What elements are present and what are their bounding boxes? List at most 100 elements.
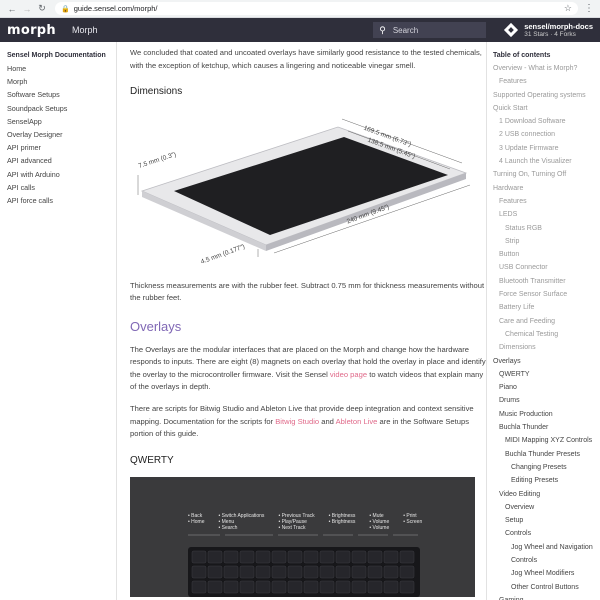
toc-item[interactable]: Turning On, Turning Off: [493, 168, 600, 181]
morph-device-drawing: [137, 118, 471, 257]
toc-item[interactable]: 2 USB connection: [493, 128, 600, 141]
reload-icon[interactable]: ↻: [36, 3, 48, 15]
keyboard-key: [223, 581, 239, 594]
toc-title: Table of contents: [493, 52, 551, 59]
ableton-live-link[interactable]: Ableton Live: [336, 417, 378, 426]
toc-item[interactable]: Features: [493, 195, 600, 208]
bookmark-star-icon[interactable]: ☆: [564, 3, 572, 14]
toc-item[interactable]: Jog Wheel Modifiers: [493, 567, 600, 580]
toc-item[interactable]: Battery Life: [493, 301, 600, 314]
toc-item[interactable]: Care and Feeding: [493, 315, 600, 328]
overlays-paragraph-2: There are scripts for Bitwig Studio and …: [130, 403, 474, 439]
toc-item[interactable]: Features: [493, 75, 600, 88]
sidebar-item-api-advanced[interactable]: API advanced: [7, 154, 116, 167]
sidebar: Sensel Morph Documentation Home Morph So…: [0, 42, 117, 600]
sidebar-item-overlay-designer[interactable]: Overlay Designer: [7, 128, 116, 141]
brand-link[interactable]: Morph: [72, 25, 98, 35]
toc-item[interactable]: Setup: [493, 514, 600, 527]
keyboard-key: [399, 551, 415, 564]
keyboard-key: [335, 566, 351, 579]
intro-paragraph: We concluded that coated and uncoated ov…: [130, 48, 482, 70]
keyboard-key: [191, 566, 207, 579]
qwerty-overlay-image: • Back • Home • Switch Applications • Menu •…: [130, 477, 475, 598]
sidebar-item-software-setups[interactable]: Software Setups: [7, 88, 116, 101]
repo-link[interactable]: sensel/morph-docs 31 Stars · 4 Forks: [504, 22, 593, 38]
toc-item[interactable]: Hardware: [493, 182, 600, 195]
video-page-link[interactable]: video page: [330, 370, 367, 379]
top-navigation: morph Morph ⚲ Search sensel/morph-docs 3…: [0, 18, 600, 42]
repo-stats: 31 Stars · 4 Forks: [524, 31, 576, 38]
browser-menu-icon[interactable]: ⋮: [584, 3, 594, 14]
toc-item[interactable]: Gaming: [493, 594, 600, 600]
keyboard-key: [223, 551, 239, 564]
toc-item[interactable]: LEDS: [493, 208, 600, 221]
keyboard-key: [399, 566, 415, 579]
toc-item[interactable]: Status RGB: [493, 222, 600, 235]
thickness-note: Thickness measurements are with the rubb…: [130, 280, 485, 303]
sidebar-title[interactable]: Sensel Morph Documentation: [7, 52, 116, 59]
toc-item[interactable]: Changing Presets: [493, 461, 600, 474]
keyboard-drawing: [188, 535, 420, 598]
toc-item[interactable]: 4 Launch the Visualizer: [493, 155, 600, 168]
keyboard-key: [271, 581, 287, 594]
sidebar-item-api-primer[interactable]: API primer: [7, 141, 116, 154]
morph-logo[interactable]: morph: [7, 23, 56, 38]
toc-item[interactable]: Overlays: [493, 355, 600, 368]
keyboard-key: [351, 566, 367, 579]
toc-item[interactable]: Controls: [493, 527, 600, 540]
toc-item[interactable]: Strip: [493, 235, 600, 248]
toc-item[interactable]: Overview: [493, 501, 600, 514]
morph-dimensions-image: 169.5 mm (6.73") 138.5 mm (5.45") 7.5 mm…: [130, 109, 475, 274]
toc-item[interactable]: 3 Update Firmware: [493, 142, 600, 155]
sidebar-item-soundpack-setups[interactable]: Soundpack Setups: [7, 102, 116, 115]
toc-item[interactable]: Dimensions: [493, 341, 600, 354]
toc-item[interactable]: Other Control Buttons: [493, 581, 600, 594]
back-icon[interactable]: ←: [6, 3, 18, 15]
toc-item[interactable]: MIDI Mapping XYZ Controls: [493, 434, 600, 447]
sidebar-item-senselapp[interactable]: SenselApp: [7, 115, 116, 128]
toc-item[interactable]: QWERTY: [493, 368, 600, 381]
keyboard-key: [191, 581, 207, 594]
toc-item[interactable]: Quick Start: [493, 102, 600, 115]
sidebar-item-api-force-calls[interactable]: API force calls: [7, 194, 116, 207]
toc-item[interactable]: Buchla Thunder: [493, 421, 600, 434]
keyboard-key: [191, 551, 207, 564]
keyboard-key: [335, 581, 351, 594]
toc-item[interactable]: Chemical Testing: [493, 328, 600, 341]
keyboard-key: [255, 581, 271, 594]
toc-item[interactable]: 1 Download Software: [493, 115, 600, 128]
toc-item[interactable]: Piano: [493, 381, 600, 394]
toc-item[interactable]: Video Editing: [493, 488, 600, 501]
overlays-paragraph-1: The Overlays are the modular interfaces …: [130, 344, 486, 392]
keyboard-key: [367, 551, 383, 564]
search-icon: ⚲: [379, 24, 386, 35]
keyboard-key: [383, 566, 399, 579]
toc-item[interactable]: Music Production: [493, 408, 600, 421]
toc-item[interactable]: Editing Presets: [493, 474, 600, 487]
browser-toolbar: ← → ↻ 🔒 guide.sensel.com/morph/ ☆ ⋮: [0, 0, 600, 18]
toc-item[interactable]: Button: [493, 248, 600, 261]
keyboard-key: [303, 581, 319, 594]
address-bar[interactable]: 🔒 guide.sensel.com/morph/ ☆: [55, 2, 578, 15]
toc-item[interactable]: Jog Wheel and Navigation: [493, 541, 600, 554]
keyboard-key: [367, 581, 383, 594]
toc-item[interactable]: USB Connector: [493, 261, 600, 274]
sidebar-item-morph[interactable]: Morph: [7, 75, 116, 88]
sidebar-item-api-calls[interactable]: API calls: [7, 181, 116, 194]
sidebar-item-home[interactable]: Home: [7, 62, 116, 75]
toc-item[interactable]: Controls: [493, 554, 600, 567]
toc-item[interactable]: Buchla Thunder Presets: [493, 448, 600, 461]
forward-icon[interactable]: →: [21, 3, 33, 15]
toc-item[interactable]: Bluetooth Transmitter: [493, 275, 600, 288]
keyboard-key: [319, 566, 335, 579]
keyboard-key: [239, 551, 255, 564]
toc-item[interactable]: Overview - What is Morph?: [493, 62, 600, 75]
search-input[interactable]: ⚲ Search: [373, 22, 487, 38]
bitwig-studio-link[interactable]: Bitwig Studio: [275, 417, 319, 426]
toc-item[interactable]: Drums: [493, 394, 600, 407]
toc-item[interactable]: Supported Operating systems: [493, 89, 600, 102]
keyboard-key: [287, 581, 303, 594]
toc-item[interactable]: Force Sensor Surface: [493, 288, 600, 301]
sidebar-item-api-arduino[interactable]: API with Arduino: [7, 168, 116, 181]
url-text[interactable]: guide.sensel.com/morph/: [74, 4, 564, 13]
